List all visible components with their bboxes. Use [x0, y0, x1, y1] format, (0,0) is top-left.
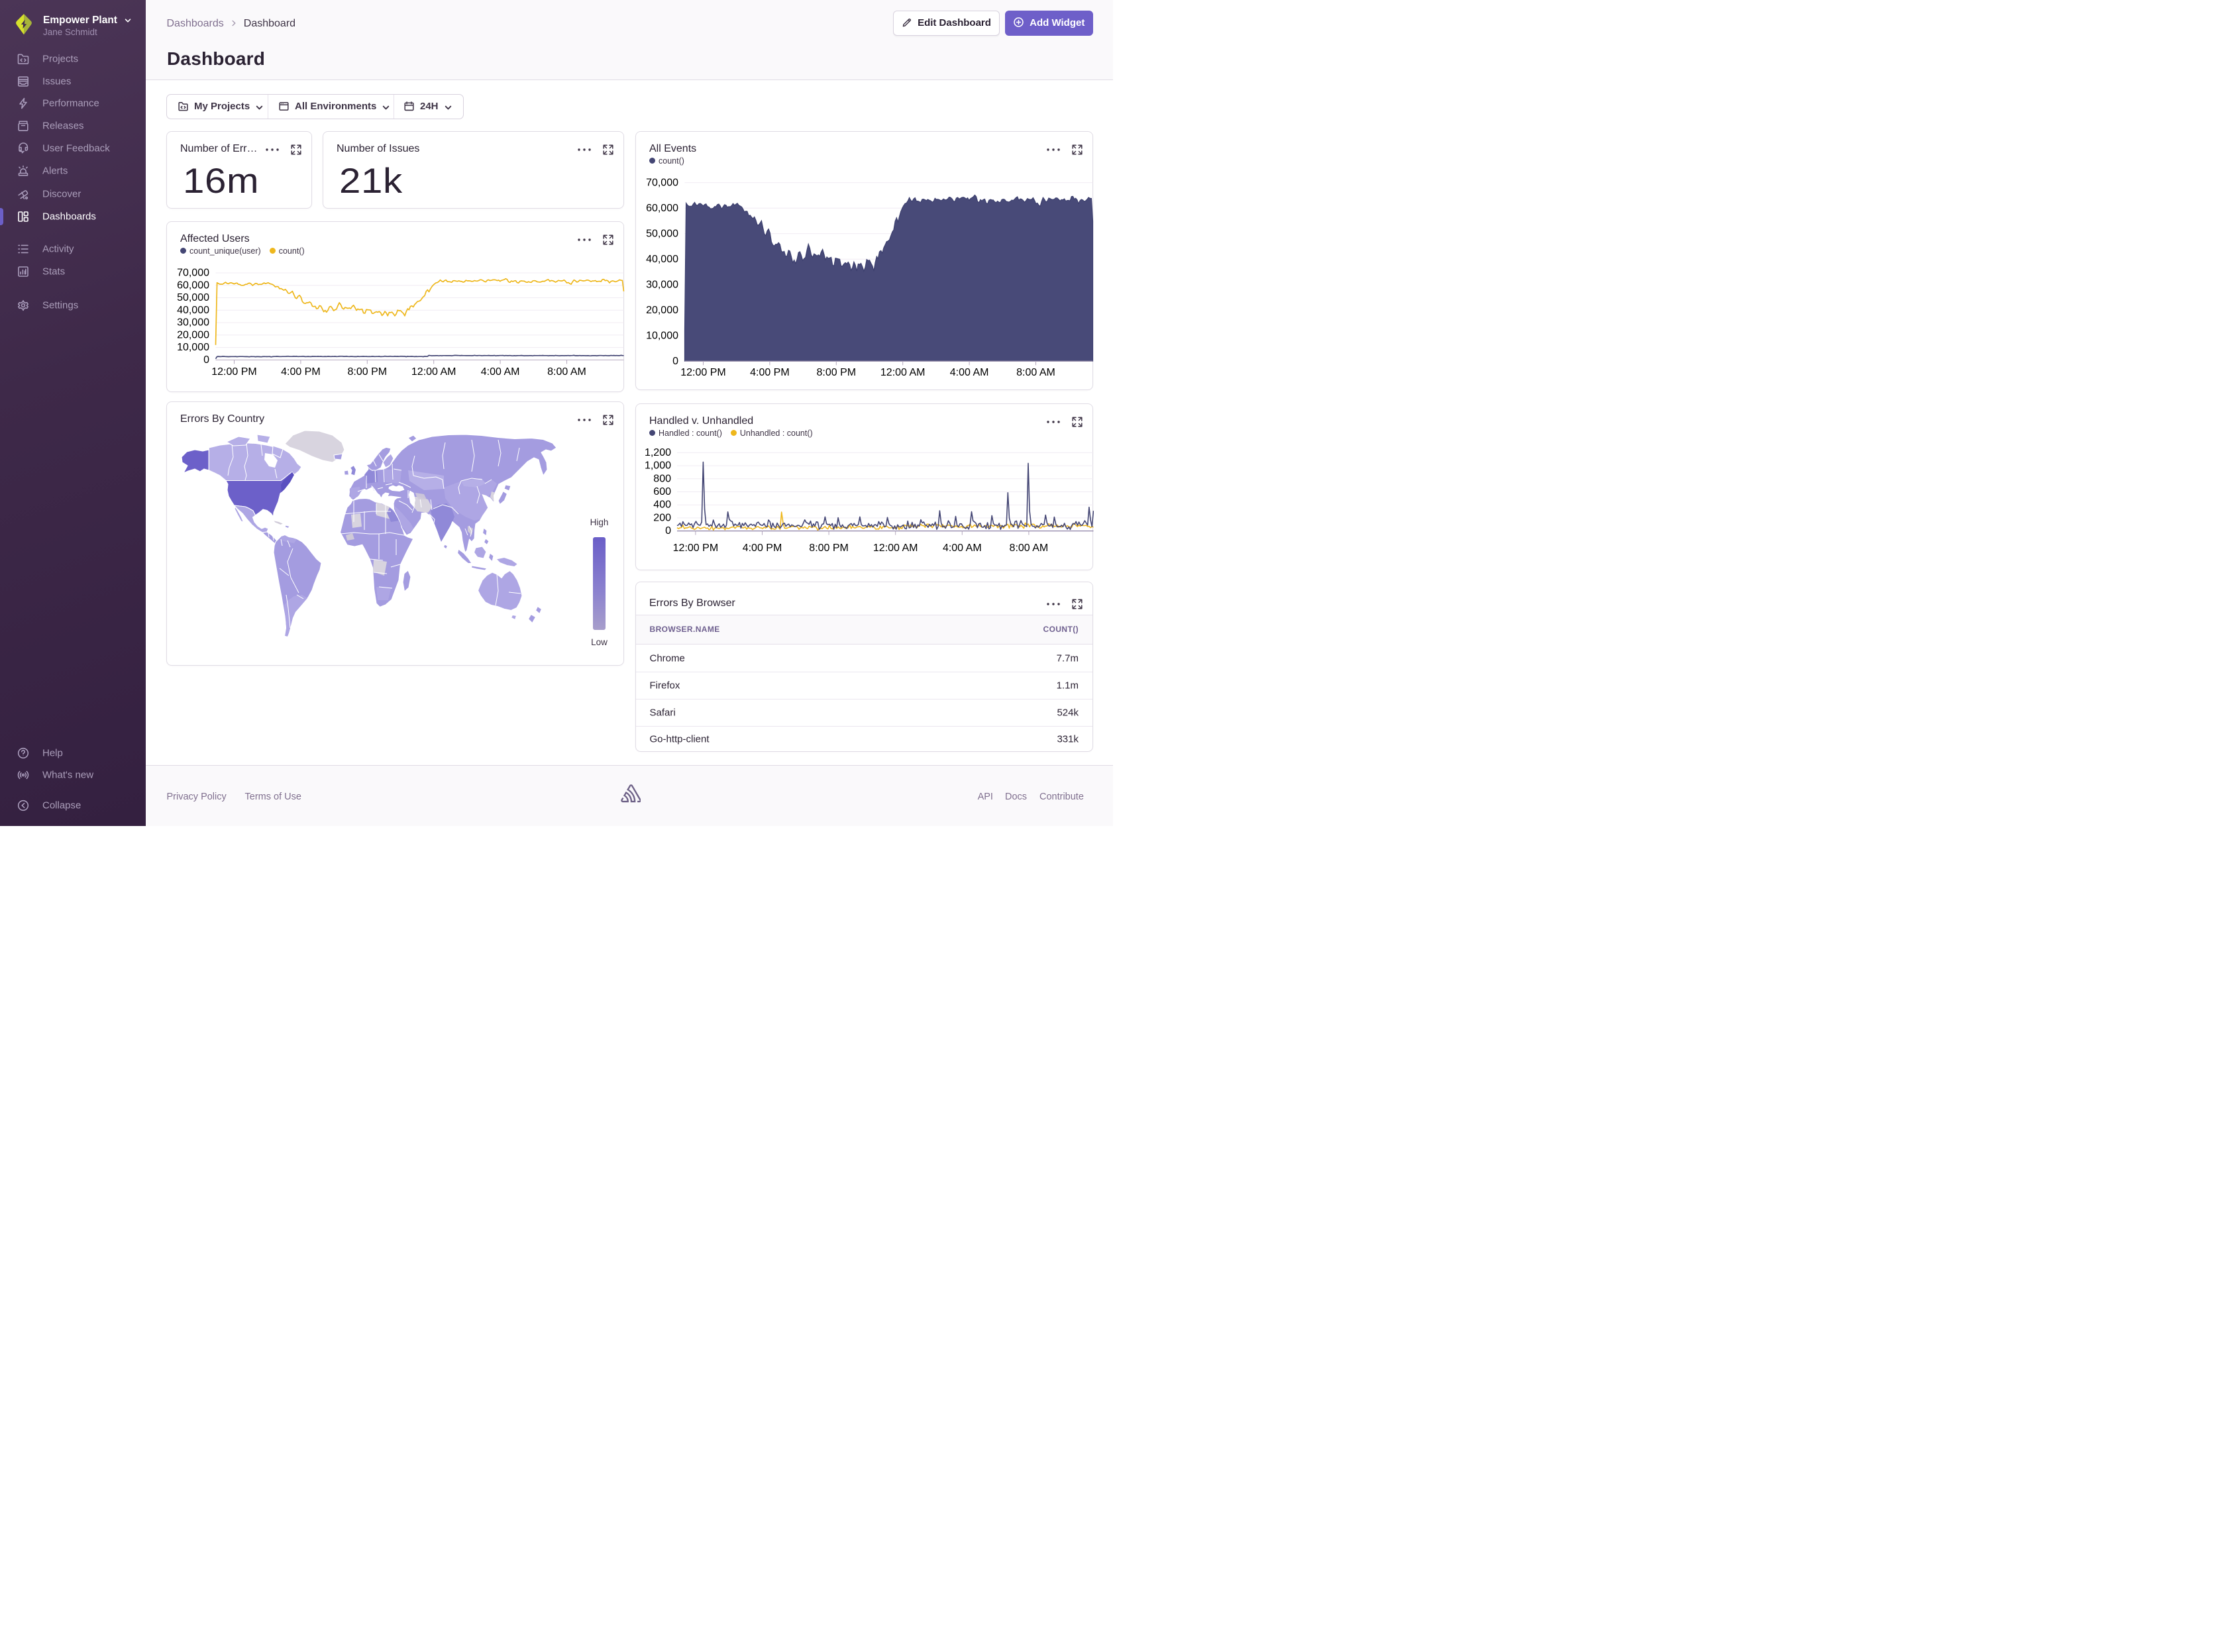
svg-text:4:00 AM: 4:00 AM — [942, 542, 981, 554]
svg-text:400: 400 — [653, 499, 671, 511]
svg-text:70,000: 70,000 — [177, 268, 209, 279]
svg-text:10,000: 10,000 — [646, 331, 678, 342]
svg-text:20,000: 20,000 — [646, 305, 678, 316]
svg-text:60,000: 60,000 — [646, 203, 678, 214]
svg-text:30,000: 30,000 — [177, 317, 209, 329]
svg-text:12:00 PM: 12:00 PM — [672, 542, 717, 554]
svg-text:12:00 AM: 12:00 AM — [873, 542, 918, 554]
svg-text:70,000: 70,000 — [646, 178, 678, 189]
svg-text:8:00 PM: 8:00 PM — [347, 366, 387, 378]
svg-text:12:00 AM: 12:00 AM — [411, 366, 456, 378]
svg-text:40,000: 40,000 — [177, 305, 209, 316]
svg-text:1,200: 1,200 — [644, 447, 670, 458]
svg-text:4:00 AM: 4:00 AM — [949, 367, 988, 378]
svg-text:4:00 AM: 4:00 AM — [480, 366, 519, 378]
svg-text:4:00 PM: 4:00 PM — [281, 366, 321, 378]
svg-text:8:00 AM: 8:00 AM — [1016, 367, 1055, 378]
svg-text:0: 0 — [665, 525, 671, 537]
svg-text:12:00 PM: 12:00 PM — [211, 366, 256, 378]
svg-text:12:00 PM: 12:00 PM — [680, 367, 725, 378]
svg-text:20,000: 20,000 — [177, 329, 209, 340]
svg-text:40,000: 40,000 — [646, 254, 678, 265]
svg-text:1,000: 1,000 — [644, 460, 670, 471]
svg-text:0: 0 — [672, 356, 678, 367]
svg-text:8:00 PM: 8:00 PM — [809, 542, 849, 554]
svg-text:600: 600 — [653, 486, 671, 497]
svg-text:200: 200 — [653, 512, 671, 523]
svg-text:60,000: 60,000 — [177, 280, 209, 291]
svg-text:10,000: 10,000 — [177, 342, 209, 353]
svg-text:30,000: 30,000 — [646, 280, 678, 291]
svg-text:4:00 PM: 4:00 PM — [742, 542, 782, 554]
svg-text:4:00 PM: 4:00 PM — [750, 367, 790, 378]
svg-text:50,000: 50,000 — [646, 229, 678, 240]
svg-text:8:00 PM: 8:00 PM — [816, 367, 856, 378]
svg-text:8:00 AM: 8:00 AM — [547, 366, 586, 378]
svg-text:800: 800 — [653, 473, 671, 484]
svg-text:0: 0 — [203, 354, 209, 366]
svg-text:12:00 AM: 12:00 AM — [880, 367, 925, 378]
svg-text:50,000: 50,000 — [177, 292, 209, 303]
svg-text:8:00 AM: 8:00 AM — [1009, 542, 1048, 554]
